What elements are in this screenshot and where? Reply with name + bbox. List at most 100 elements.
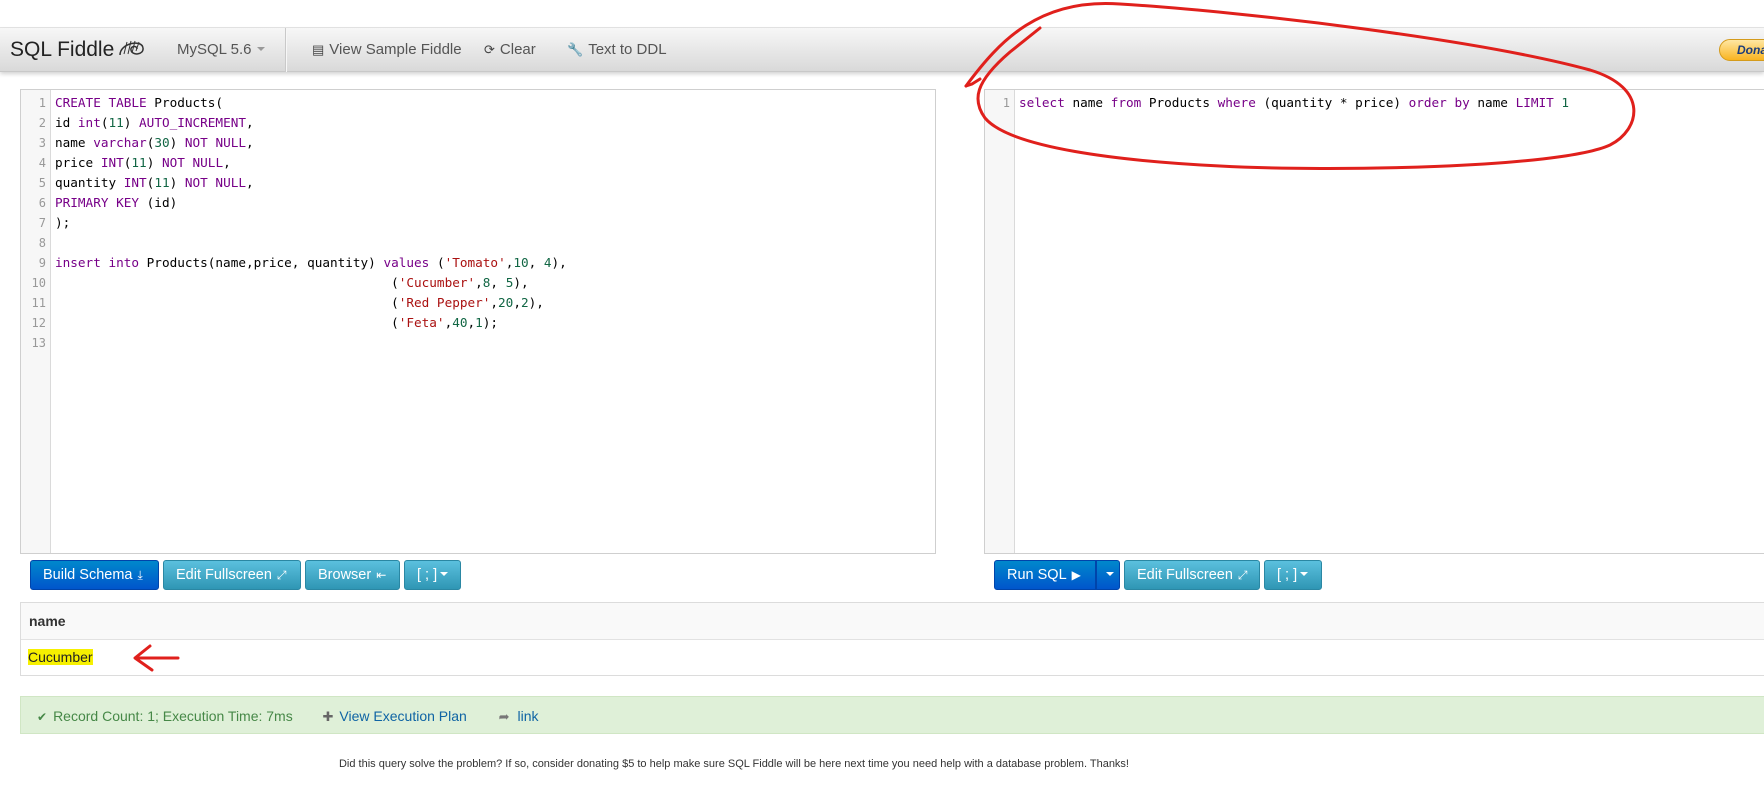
code-token: name: [1064, 95, 1111, 110]
code-token: 'Cucumber': [398, 275, 476, 290]
query-edit-fullscreen-button[interactable]: Edit Fullscreen ⤢: [1124, 560, 1260, 590]
schema-code-line: CREATE TABLE Products(: [55, 93, 935, 113]
execution-status-bar: ✔ Record Count: 1; Execution Time: 7ms ✚ V…: [20, 696, 1764, 734]
schema-code-line: id int(11) AUTO_INCREMENT,: [55, 113, 935, 133]
code-token: ): [169, 175, 185, 190]
schema-edit-fullscreen-button[interactable]: Edit Fullscreen ⤢: [163, 560, 301, 590]
schema-line-number: 5: [38, 176, 46, 190]
code-token: varchar: [93, 135, 147, 150]
code-token: id: [55, 115, 78, 130]
code-token: ),: [513, 275, 529, 290]
code-token: NOT NULL: [161, 155, 224, 170]
query-code-line: select name from Products where (quantit…: [1019, 93, 1764, 113]
code-token: 10: [513, 255, 529, 270]
query-editor[interactable]: 1 select name from Products where (quant…: [984, 89, 1764, 554]
code-token: LIMIT: [1515, 95, 1554, 110]
expand-icon: ⤢: [1237, 568, 1248, 582]
code-token: 'Feta': [398, 315, 445, 330]
code-token: INT: [100, 155, 124, 170]
code-token: ,: [223, 155, 231, 170]
code-token: 'Red Pepper': [398, 295, 491, 310]
code-token: ,: [528, 255, 544, 270]
schema-line-number: 3: [38, 136, 46, 150]
code-token: ,: [490, 295, 499, 310]
browser-top-strip: [0, 0, 1764, 28]
query-line-number: 1: [1002, 96, 1010, 110]
code-token: name: [1469, 95, 1516, 110]
schema-code-line: [55, 333, 935, 353]
code-token: Products(name,price, quantity): [139, 255, 384, 270]
code-token: 40: [452, 315, 468, 330]
code-token: ,: [246, 115, 254, 130]
code-token: PRIMARY KEY: [55, 195, 140, 210]
code-token: ): [146, 155, 162, 170]
text-to-ddl-label: Text to DDL: [588, 41, 667, 58]
schema-line-number: 7: [38, 216, 46, 230]
brand-logo[interactable]: SQL Fiddle: [10, 37, 146, 62]
code-token: quantity: [55, 175, 124, 190]
code-token: (: [55, 295, 399, 310]
schema-line-number: 10: [31, 276, 46, 290]
code-token: AUTO_INCREMENT: [139, 115, 246, 130]
browser-button[interactable]: Browser ⇤: [305, 560, 400, 590]
code-token: 1: [1561, 95, 1570, 110]
code-token: ,: [467, 315, 476, 330]
code-token: ,: [490, 275, 506, 290]
code-token: 11: [154, 175, 170, 190]
db-version-dropdown[interactable]: MySQL 5.6: [177, 41, 266, 58]
code-token: ),: [551, 255, 567, 270]
schema-line-number: 12: [31, 316, 46, 330]
code-token: order by: [1408, 95, 1470, 110]
schema-code-line: name varchar(30) NOT NULL,: [55, 133, 935, 153]
chevron-down-icon: [1300, 572, 1309, 576]
donate-button[interactable]: Donate: [1719, 39, 1764, 61]
annotation-tail: [964, 77, 982, 88]
code-token: name: [55, 135, 94, 150]
schema-code[interactable]: CREATE TABLE Products(id int(11) AUTO_IN…: [55, 90, 935, 353]
text-to-ddl-button[interactable]: 🔧 Text to DDL: [567, 41, 667, 58]
db-version-label: MySQL 5.6: [177, 41, 252, 58]
code-token: select: [1019, 95, 1065, 110]
table-row: Cucumber: [21, 640, 1764, 665]
code-token: from: [1110, 95, 1142, 110]
run-sql-button[interactable]: Run SQL ▶: [994, 560, 1096, 590]
list-icon: ▤: [312, 42, 325, 57]
code-token: values: [383, 255, 430, 270]
schema-line-number: 8: [38, 236, 46, 250]
plus-icon: ✚: [322, 709, 334, 724]
code-token: Products(: [146, 95, 224, 110]
schema-line-number: 6: [38, 196, 46, 210]
query-code[interactable]: select name from Products where (quantit…: [1019, 90, 1764, 113]
code-token: (: [55, 275, 399, 290]
schema-code-line: ('Red Pepper',20,2),: [55, 293, 935, 313]
query-terminator-dropdown[interactable]: [ ; ]: [1264, 560, 1322, 590]
permalink-link[interactable]: link: [517, 708, 538, 724]
view-sample-fiddle-button[interactable]: ▤ View Sample Fiddle: [312, 41, 462, 58]
schema-code-line: ('Cucumber',8, 5),: [55, 273, 935, 293]
schema-line-number: 9: [38, 256, 46, 270]
run-sql-label: Run SQL: [1007, 567, 1067, 583]
schema-line-number: 1: [38, 96, 46, 110]
donation-footer: Did this query solve the problem? If so,…: [338, 758, 1129, 770]
code-token: 2: [520, 295, 529, 310]
navbar-divider: [285, 28, 287, 72]
code-token: insert into: [55, 255, 140, 270]
chevron-down-icon: [440, 572, 449, 576]
browser-label: Browser: [318, 567, 372, 583]
chevron-down-icon: [1106, 572, 1114, 576]
schema-terminator-dropdown[interactable]: [ ; ]: [404, 560, 461, 590]
code-token: INT: [123, 175, 147, 190]
schema-editor[interactable]: 1 2 3 4 5 6 7 8 9 10 11 12 13 CREATE TABLE Products(…: [20, 89, 936, 554]
code-token: NOT NULL: [184, 175, 246, 190]
run-sql-dropdown[interactable]: [1096, 560, 1120, 590]
chevron-down-icon: [257, 47, 266, 51]
query-gutter: 1: [985, 90, 1015, 553]
clear-button[interactable]: ⟳ Clear: [484, 41, 536, 58]
code-token: 4: [543, 255, 552, 270]
view-execution-plan-link[interactable]: View Execution Plan: [339, 708, 466, 724]
code-token: );: [55, 215, 71, 230]
query-terminator-label: [ ; ]: [1277, 567, 1298, 583]
top-navbar: SQL Fiddle MySQL 5.6 ▤ View Sample Fiddle…: [0, 28, 1764, 72]
build-schema-button[interactable]: Build Schema ⤓: [30, 560, 159, 590]
schema-code-line: ('Feta',40,1);: [55, 313, 935, 333]
